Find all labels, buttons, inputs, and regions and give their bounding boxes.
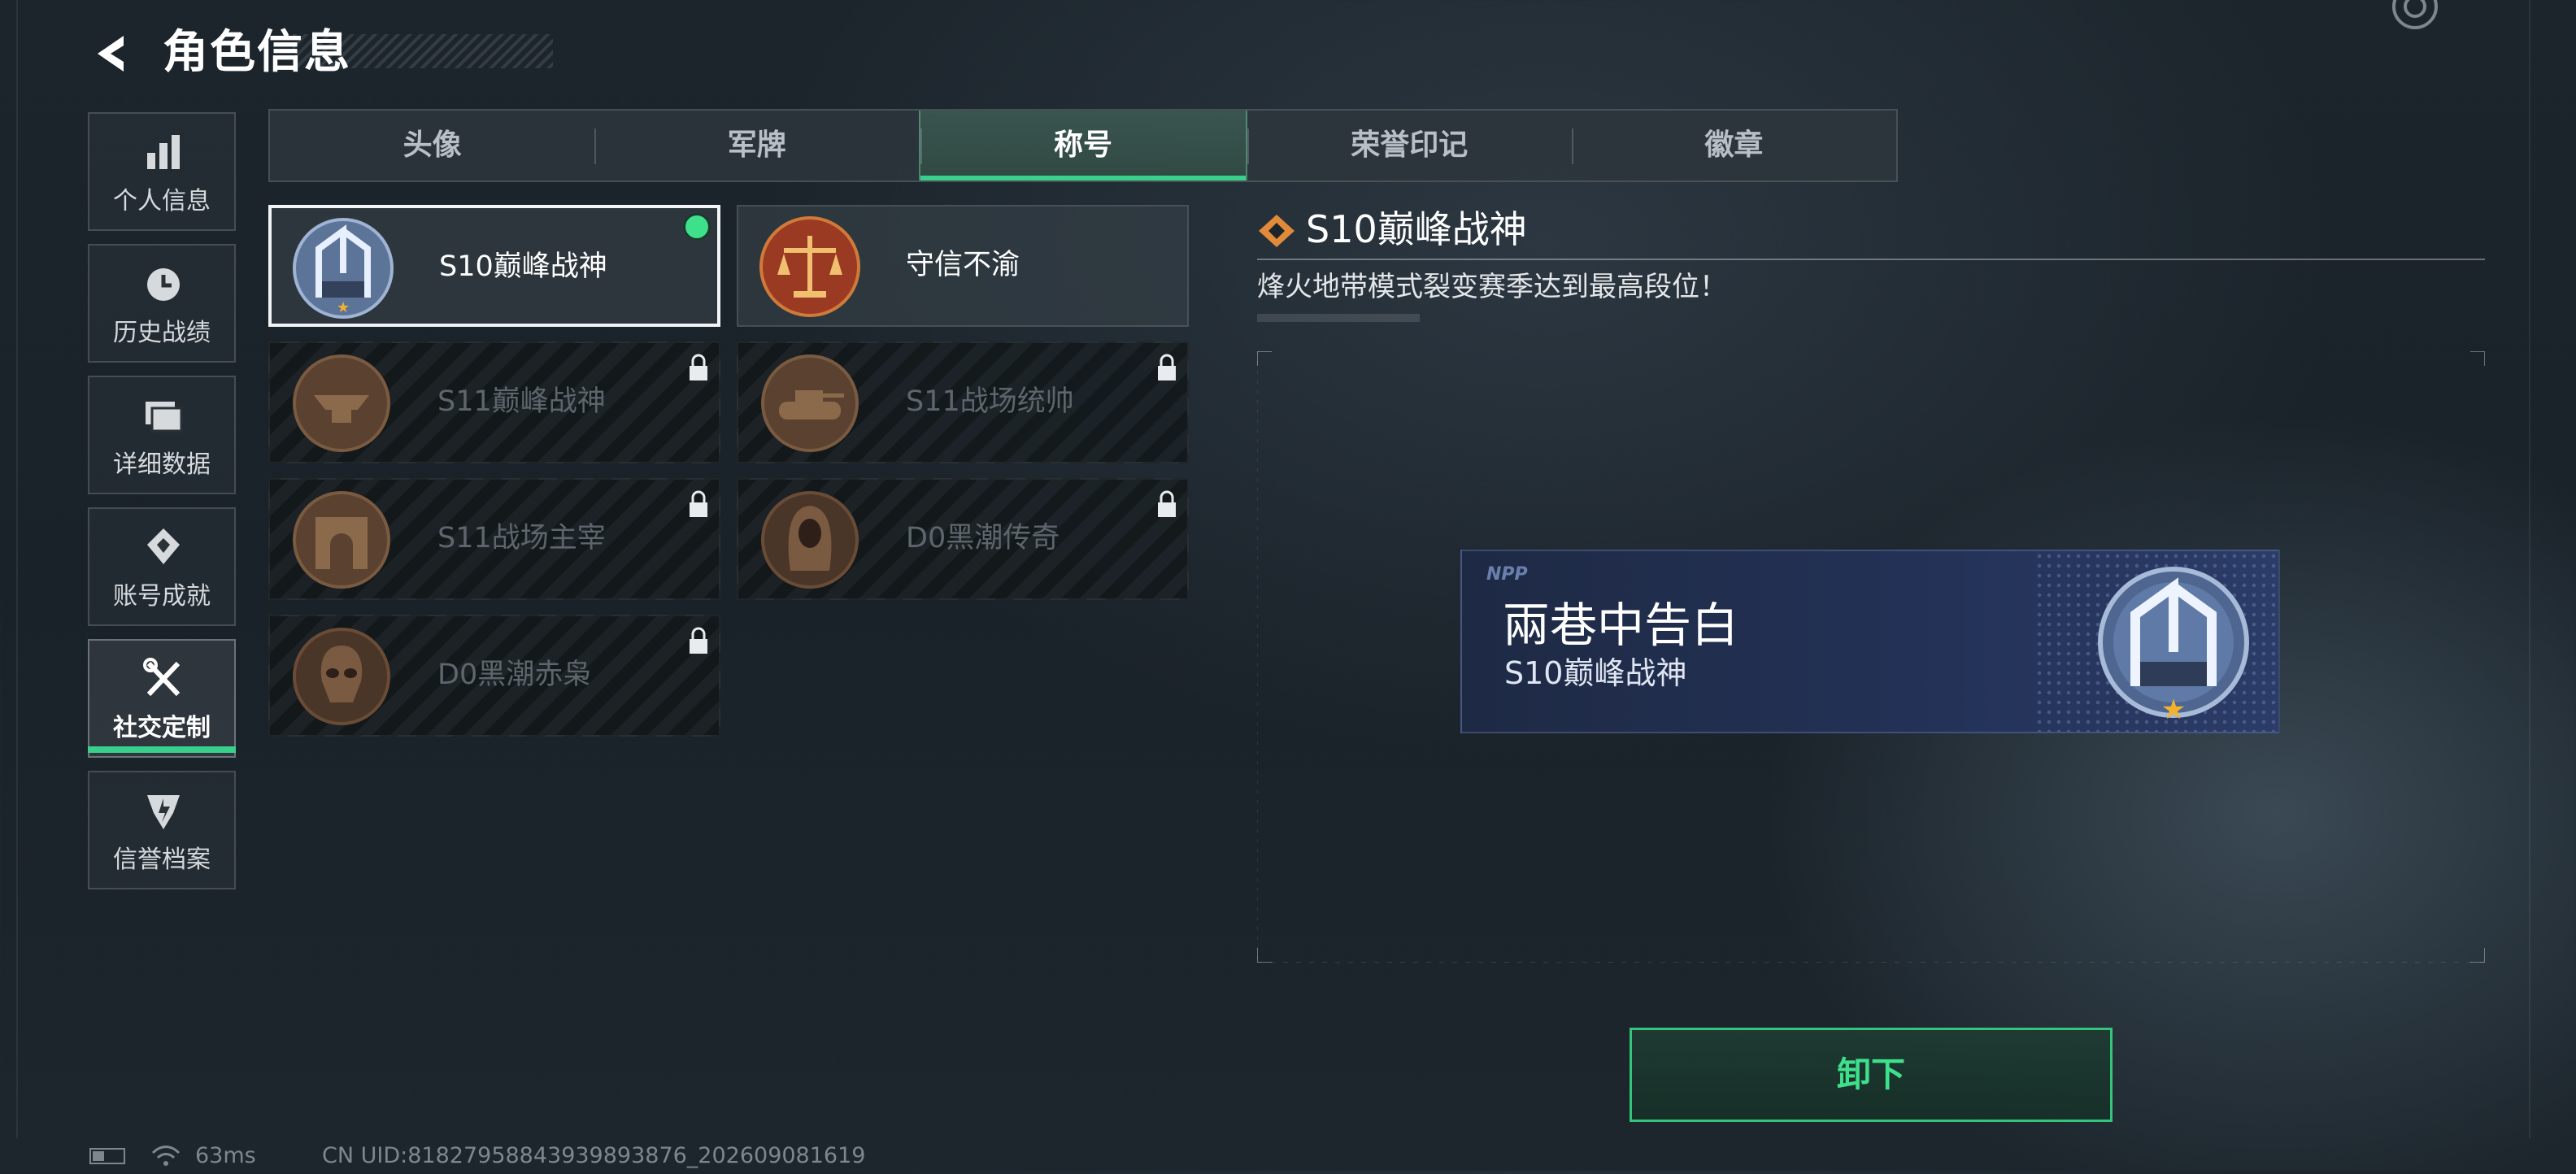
- bar-chart-icon: [147, 135, 180, 169]
- history-clock-icon: [147, 268, 180, 301]
- sidebar-item-label: 社交定制: [113, 714, 211, 742]
- battery-icon: [89, 1148, 125, 1164]
- title-card-locked[interactable]: S11战场主宰: [268, 478, 720, 600]
- lock-icon: [690, 490, 707, 517]
- title-name: S11巅峰战神: [437, 385, 606, 418]
- settings-gear-icon[interactable]: [2376, 0, 2454, 33]
- banner-player-name: 兩巷中告白: [1503, 598, 1739, 653]
- sidebar-item-profile[interactable]: 个人信息: [88, 112, 236, 231]
- tab-badges[interactable]: 徽章: [1571, 111, 1896, 180]
- title-card[interactable]: ★ S10巅峰战神: [268, 205, 720, 327]
- title-card-locked[interactable]: D0黑潮赤枭: [268, 615, 720, 737]
- title-card-locked[interactable]: S11战场统帅: [737, 341, 1189, 463]
- tab-dog-tag[interactable]: 军牌: [594, 111, 919, 180]
- banner-logo: NPP: [1486, 564, 1528, 585]
- title-name: S10巅峰战神: [439, 250, 607, 283]
- tab-bar: 头像 军牌 称号 荣誉印记 徽章: [268, 109, 1898, 182]
- title-banner-preview: NPP 兩巷中告白 S10巅峰战神 ★: [1460, 550, 2280, 733]
- sidebar-item-reputation[interactable]: 信誉档案: [88, 771, 236, 889]
- detail-description: 烽火地带模式裂变赛季达到最高段位！: [1257, 271, 1727, 303]
- sidebar-item-history[interactable]: 历史战绩: [88, 244, 236, 363]
- sidebar-item-label: 历史战绩: [113, 319, 211, 347]
- tab-titles[interactable]: 称号: [919, 111, 1247, 180]
- decorative-microtext: [1257, 314, 1420, 322]
- equipped-indicator: [683, 213, 711, 241]
- sidebar-item-details[interactable]: 详细数据: [88, 376, 236, 494]
- title-card-locked[interactable]: S11巅峰战神: [268, 341, 720, 463]
- tank-emblem-icon: [761, 354, 859, 452]
- user-uid: CN UID:818279588439398938​76_20260908161…: [322, 1143, 866, 1168]
- sidebar-item-label: 账号成就: [113, 582, 211, 611]
- back-arrow-icon[interactable]: [88, 31, 137, 76]
- scales-emblem-icon: [759, 216, 860, 317]
- ping-indicator: 63ms: [195, 1143, 256, 1168]
- skull-emblem-icon: [293, 628, 390, 725]
- tools-icon: [143, 658, 181, 697]
- sidebar-item-achievements[interactable]: 账号成就: [88, 507, 236, 626]
- title-card[interactable]: 守信不渝: [737, 205, 1189, 327]
- sidebar-active-indicator: [88, 746, 236, 753]
- achievement-icon: [147, 528, 180, 564]
- lock-icon: [1158, 354, 1176, 380]
- arch-emblem-icon: [293, 491, 390, 589]
- frame-line-right: [2529, 0, 2530, 1138]
- banner-title: S10巅峰战神: [1504, 655, 1687, 691]
- lock-icon: [690, 627, 707, 654]
- title-name: D0黑潮传奇: [906, 522, 1060, 554]
- shield-badge-icon: [147, 795, 180, 829]
- title-card-locked[interactable]: D0黑潮传奇: [737, 478, 1189, 600]
- hooded-figure-emblem-icon: [761, 491, 859, 589]
- divider: [1257, 259, 2485, 260]
- sidebar-item-social-custom[interactable]: 社交定制: [88, 639, 236, 758]
- sidebar-item-label: 信誉档案: [113, 846, 211, 874]
- star-icon: ★: [337, 299, 350, 316]
- frame-line-left: [16, 0, 18, 1138]
- title-name: D0黑潮赤枭: [437, 659, 592, 691]
- diamond-title-icon: [1259, 215, 1295, 247]
- sidebar-item-label: 详细数据: [113, 450, 211, 479]
- title-name: 守信不渝: [906, 249, 1020, 281]
- title-name: S11战场统帅: [906, 385, 1074, 418]
- lock-icon: [690, 354, 707, 380]
- title-name: S11战场主宰: [437, 522, 606, 554]
- tab-honor-mark[interactable]: 荣誉印记: [1247, 111, 1572, 180]
- page-title: 角色信息: [163, 26, 351, 79]
- folder-icon: [146, 402, 183, 433]
- anvil-emblem-icon: [293, 354, 390, 452]
- sidebar-item-label: 个人信息: [113, 187, 211, 215]
- svg-text:★: ★: [2161, 694, 2186, 724]
- tab-avatar[interactable]: 头像: [270, 111, 594, 180]
- peak-god-emblem-icon: ★: [2098, 567, 2249, 724]
- wifi-icon: [151, 1146, 181, 1166]
- lock-icon: [1158, 490, 1176, 517]
- detail-title: S10巅峰战神: [1306, 207, 1527, 251]
- unequip-button[interactable]: 卸下: [1630, 1028, 2113, 1122]
